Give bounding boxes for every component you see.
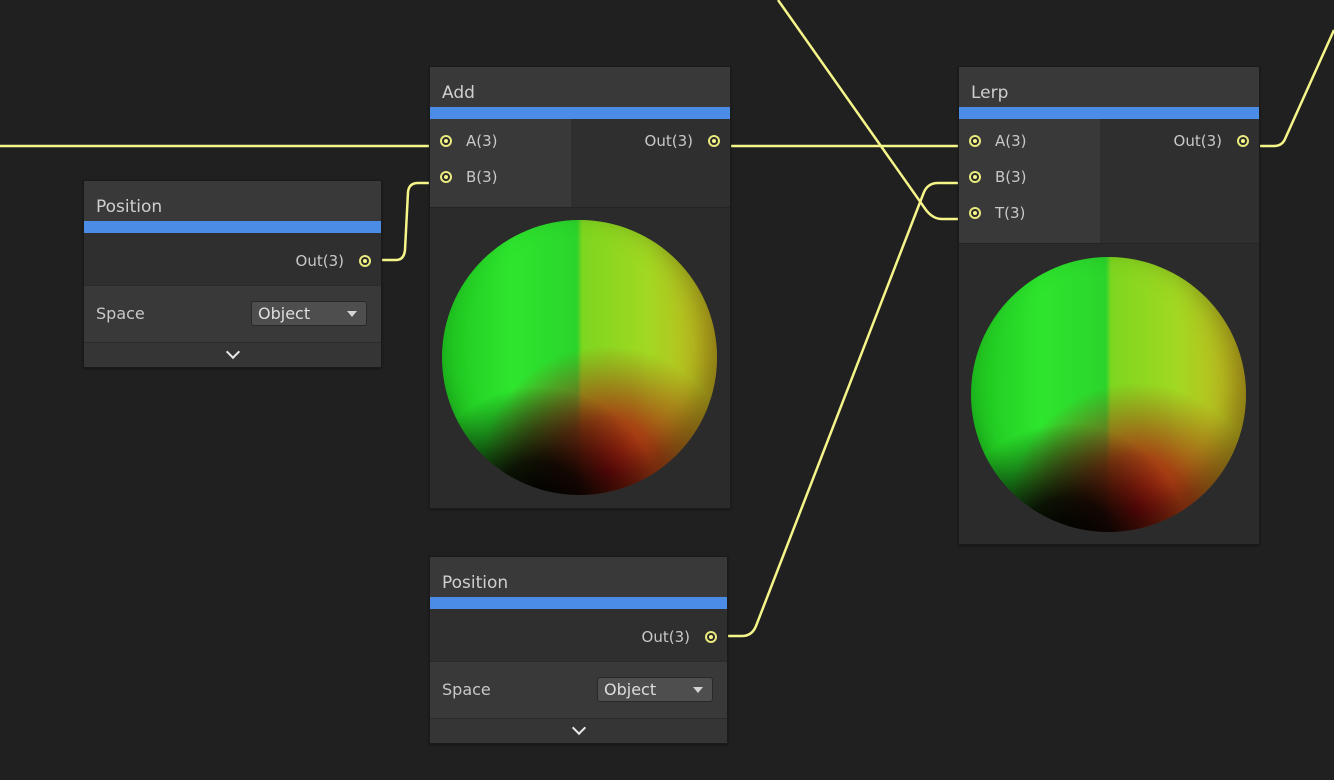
- port-dot-icon[interactable]: [1237, 135, 1249, 147]
- output-area: Out(3): [84, 233, 381, 285]
- add-node[interactable]: Add A(3) B(3) Out(3): [429, 66, 731, 509]
- dropdown-value: Object: [604, 680, 657, 699]
- input-port-a[interactable]: A(3): [430, 123, 571, 159]
- preview-sphere: [442, 220, 717, 495]
- input-port-a[interactable]: A(3): [959, 123, 1100, 159]
- node-title[interactable]: Lerp: [959, 67, 1259, 107]
- lerp-node[interactable]: Lerp A(3) B(3) T(3) Out(3): [958, 66, 1260, 545]
- space-dropdown[interactable]: Object: [597, 677, 713, 702]
- input-port-b[interactable]: B(3): [430, 159, 571, 195]
- port-dot-icon[interactable]: [969, 135, 981, 147]
- space-property-row: Space Object: [430, 661, 727, 718]
- output-port-out[interactable]: Out(3): [571, 123, 730, 159]
- node-title[interactable]: Position: [84, 181, 381, 221]
- output-port-out[interactable]: Out(3): [430, 619, 727, 655]
- port-dot-icon[interactable]: [708, 135, 720, 147]
- wire-into-lerp-t[interactable]: [776, 0, 976, 221]
- output-port-out[interactable]: Out(3): [84, 243, 381, 279]
- output-port-out[interactable]: Out(3): [1100, 123, 1259, 159]
- chevron-down-icon: [347, 311, 357, 317]
- preview-sphere: [971, 257, 1246, 532]
- port-section: A(3) B(3) T(3) Out(3): [959, 119, 1259, 243]
- port-dot-icon[interactable]: [969, 207, 981, 219]
- position-node-left[interactable]: Position Out(3) Space Object: [83, 180, 382, 368]
- input-ports: A(3) B(3) T(3): [959, 119, 1100, 243]
- port-dot-icon[interactable]: [440, 135, 452, 147]
- space-dropdown[interactable]: Object: [251, 301, 367, 326]
- port-label: T(3): [995, 204, 1026, 222]
- position-node-bottom[interactable]: Position Out(3) Space Object: [429, 556, 728, 744]
- node-accent-bar: [959, 107, 1259, 119]
- port-label: Out(3): [295, 252, 344, 270]
- port-dot-icon[interactable]: [440, 171, 452, 183]
- preview-panel: [959, 243, 1259, 544]
- dropdown-value: Object: [258, 304, 311, 323]
- node-accent-bar: [430, 107, 730, 119]
- port-dot-icon[interactable]: [969, 171, 981, 183]
- node-title[interactable]: Add: [430, 67, 730, 107]
- input-port-b[interactable]: B(3): [959, 159, 1100, 195]
- input-ports: A(3) B(3): [430, 119, 571, 207]
- preview-panel: [430, 207, 730, 508]
- output-area: Out(3): [430, 609, 727, 661]
- space-property-row: Space Object: [84, 285, 381, 342]
- wire-position-to-lerp-b[interactable]: [708, 181, 976, 638]
- output-ports: Out(3): [1100, 119, 1259, 243]
- expand-chevron-icon: [571, 720, 586, 736]
- port-label: A(3): [995, 132, 1027, 150]
- port-dot-icon[interactable]: [359, 255, 371, 267]
- chevron-down-icon: [693, 687, 703, 693]
- space-label: Space: [442, 680, 491, 699]
- port-label: B(3): [466, 168, 498, 186]
- output-ports: Out(3): [571, 119, 730, 207]
- port-label: A(3): [466, 132, 498, 150]
- input-port-t[interactable]: T(3): [959, 195, 1100, 231]
- port-label: Out(3): [644, 132, 693, 150]
- node-accent-bar: [430, 597, 727, 609]
- port-section: A(3) B(3) Out(3): [430, 119, 730, 207]
- node-accent-bar: [84, 221, 381, 233]
- collapse-toggle-button[interactable]: [430, 718, 727, 743]
- port-label: Out(3): [1173, 132, 1222, 150]
- collapse-toggle-button[interactable]: [84, 342, 381, 367]
- space-label: Space: [96, 304, 145, 323]
- port-label: Out(3): [641, 628, 690, 646]
- port-dot-icon[interactable]: [705, 631, 717, 643]
- expand-chevron-icon: [225, 344, 240, 360]
- node-title[interactable]: Position: [430, 557, 727, 597]
- port-label: B(3): [995, 168, 1027, 186]
